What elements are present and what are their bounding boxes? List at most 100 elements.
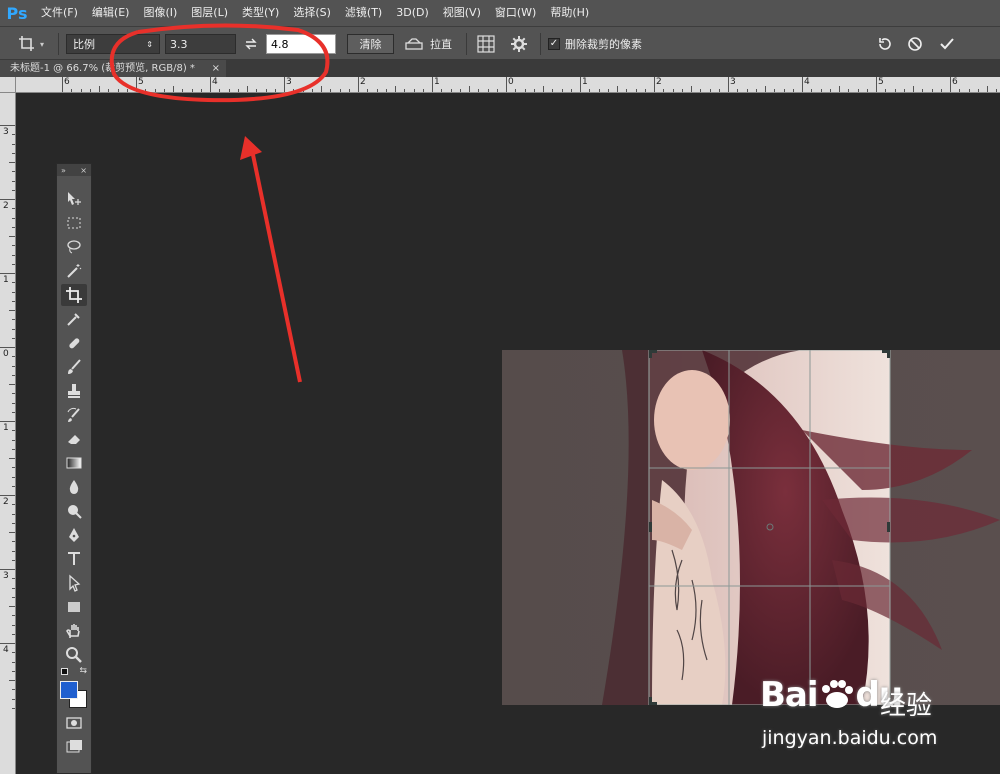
- ruler-minor-tick: [12, 365, 15, 367]
- ruler-minor-tick: [543, 86, 544, 92]
- ruler-label: 2: [656, 77, 662, 87]
- tools-panel-header[interactable]: » ×: [57, 164, 91, 176]
- cancel-icon[interactable]: [904, 34, 926, 54]
- menu-help[interactable]: 帮助(H): [543, 0, 596, 26]
- dodge-tool-icon[interactable]: [61, 500, 87, 522]
- swap-colors-icon[interactable]: ⇆: [79, 666, 87, 676]
- ruler-minor-tick: [681, 89, 683, 92]
- ruler-minor-tick: [12, 670, 15, 672]
- ruler-minor-tick: [9, 384, 15, 385]
- path-selection-tool-icon[interactable]: [61, 572, 87, 594]
- ruler-minor-tick: [857, 89, 859, 92]
- menu-view[interactable]: 视图(V): [436, 0, 488, 26]
- paw-icon: [818, 679, 856, 709]
- ruler-minor-tick: [940, 89, 942, 92]
- clear-button[interactable]: 清除: [347, 34, 394, 54]
- ruler-minor-tick: [765, 86, 766, 92]
- menu-file[interactable]: 文件(F): [34, 0, 85, 26]
- hand-tool-icon[interactable]: [61, 620, 87, 642]
- type-tool-icon[interactable]: [61, 548, 87, 570]
- ruler-tick: [654, 77, 655, 92]
- collapse-icon[interactable]: »: [61, 166, 66, 175]
- ruler-minor-tick: [71, 89, 73, 92]
- history-brush-tool-icon[interactable]: [61, 404, 87, 426]
- ruler-minor-tick: [746, 89, 748, 92]
- quick-mask-icon[interactable]: [61, 712, 87, 734]
- magic-wand-tool-icon[interactable]: [61, 260, 87, 282]
- crop-tool-icon[interactable]: [61, 284, 87, 306]
- watermark-site-cn: 经验: [880, 691, 933, 721]
- ruler-minor-tick: [617, 86, 618, 92]
- lasso-tool-icon[interactable]: [61, 236, 87, 258]
- reset-icon[interactable]: [874, 34, 896, 54]
- separator: [58, 33, 59, 55]
- ruler-minor-tick: [89, 89, 91, 92]
- ruler-minor-tick: [737, 89, 739, 92]
- menu-filter[interactable]: 滤镜(T): [338, 0, 389, 26]
- ruler-minor-tick: [959, 89, 961, 92]
- eyedropper-tool-icon[interactable]: [61, 308, 87, 330]
- ruler-minor-tick: [12, 374, 15, 376]
- ruler-minor-tick: [12, 245, 15, 247]
- ruler-minor-tick: [987, 86, 988, 92]
- straighten-button[interactable]: 拉直: [404, 34, 460, 54]
- commit-check-icon[interactable]: [936, 34, 958, 54]
- annotation-circle: [109, 23, 330, 103]
- vertical-ruler[interactable]: 3 2 1 0 1 2 3 4: [0, 93, 16, 774]
- healing-brush-tool-icon[interactable]: [61, 332, 87, 354]
- ruler-minor-tick: [12, 143, 15, 145]
- brush-tool-icon[interactable]: [61, 356, 87, 378]
- default-colors-icon[interactable]: [61, 668, 68, 675]
- gear-icon[interactable]: [506, 34, 532, 54]
- eraser-tool-icon[interactable]: [61, 428, 87, 450]
- ruler-minor-tick: [9, 532, 15, 533]
- foreground-color-swatch[interactable]: [60, 681, 78, 699]
- zoom-tool-icon[interactable]: [61, 644, 87, 666]
- ruler-label: 1: [3, 423, 9, 433]
- screen-mode-icon[interactable]: [61, 736, 87, 758]
- ruler-minor-tick: [450, 89, 452, 92]
- ruler-label: 0: [3, 349, 9, 359]
- ruler-minor-tick: [348, 89, 350, 92]
- ruler-minor-tick: [533, 89, 535, 92]
- ruler-label: 6: [64, 77, 70, 87]
- ruler-minor-tick: [635, 89, 637, 92]
- ruler-minor-tick: [12, 282, 15, 284]
- close-icon[interactable]: ×: [80, 166, 87, 175]
- ruler-minor-tick: [913, 86, 914, 92]
- menu-window[interactable]: 窗口(W): [488, 0, 543, 26]
- menu-3d[interactable]: 3D(D): [389, 0, 436, 26]
- marquee-tool-icon[interactable]: [61, 212, 87, 234]
- ruler-minor-tick: [848, 89, 850, 92]
- ruler-minor-tick: [496, 89, 498, 92]
- ruler-minor-tick: [12, 587, 15, 589]
- blur-tool-icon[interactable]: [61, 476, 87, 498]
- delete-cropped-pixels-checkbox[interactable]: ✓ 删除裁剪的像素: [548, 34, 658, 54]
- ruler-label: 2: [3, 497, 9, 507]
- ruler-minor-tick: [12, 171, 15, 173]
- straighten-icon: [405, 38, 423, 50]
- pen-tool-icon[interactable]: [61, 524, 87, 546]
- clone-stamp-tool-icon[interactable]: [61, 380, 87, 402]
- ruler-minor-tick: [524, 89, 526, 92]
- ruler-minor-tick: [700, 89, 702, 92]
- ruler-minor-tick: [12, 596, 15, 598]
- ruler-label: 4: [804, 77, 810, 87]
- overlay-grid-icon[interactable]: [474, 34, 498, 54]
- ruler-minor-tick: [783, 89, 785, 92]
- annotation-arrow: [240, 136, 302, 383]
- grip: [57, 176, 91, 186]
- ruler-minor-tick: [12, 393, 15, 395]
- ruler-minor-tick: [9, 236, 15, 237]
- ruler-minor-tick: [12, 661, 15, 663]
- ruler-label: 5: [878, 77, 884, 87]
- rectangle-tool-icon[interactable]: [61, 596, 87, 618]
- move-tool-icon[interactable]: [61, 188, 87, 210]
- gradient-tool-icon[interactable]: [61, 452, 87, 474]
- ruler-tick: [728, 77, 729, 92]
- ruler-minor-tick: [9, 458, 15, 459]
- crop-tool-preset[interactable]: ▾: [18, 34, 54, 54]
- ruler-tick: [876, 77, 877, 92]
- canvas-image[interactable]: [502, 350, 1000, 705]
- ruler-tick: [0, 347, 15, 348]
